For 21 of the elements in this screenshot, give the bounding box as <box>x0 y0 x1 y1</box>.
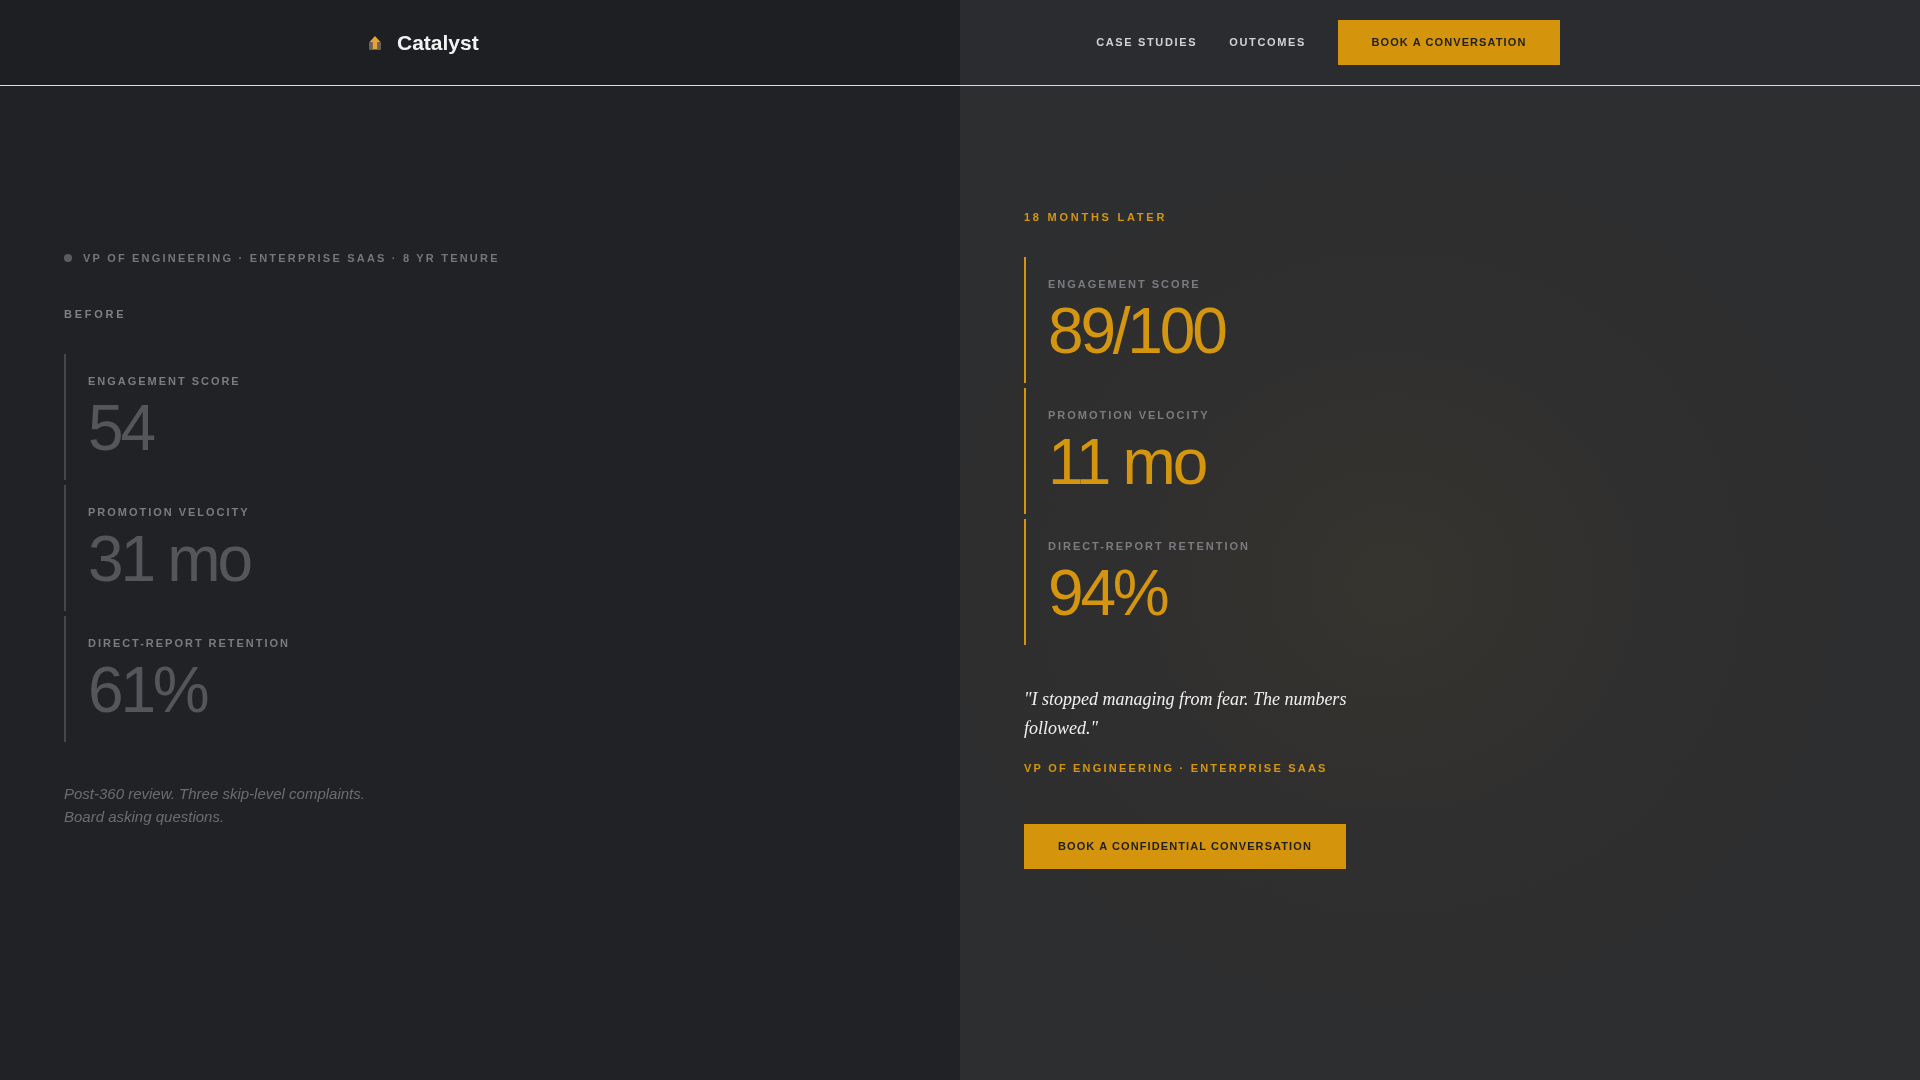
metric-label: PROMOTION VELOCITY <box>88 505 250 519</box>
caption-text: Post-360 review. Three skip-level complaints. Board asking questions. <box>64 784 366 827</box>
cta-button[interactable]: BOOK A CONVERSATION <box>1338 20 1560 65</box>
section-label: 18 MONTHS LATER <box>1024 210 1168 224</box>
metric-label: ENGAGEMENT SCORE <box>88 374 241 388</box>
metric-label: DIRECT-REPORT RETENTION <box>88 636 290 650</box>
role-tagline: VP OF ENGINEERING · ENTERPRISE SAAS · 8 YR TENURE <box>83 251 500 265</box>
metric-value: 94% <box>1048 561 1167 625</box>
testimonial-quote: "I stopped managing from fear. The numbers followed." <box>1024 688 1348 740</box>
cta-button[interactable]: BOOK A CONFIDENTIAL CONVERSATION <box>1024 824 1346 869</box>
nav-link[interactable]: OUTCOMES <box>1229 34 1306 51</box>
section-label: BEFORE <box>64 307 127 321</box>
metric-label: DIRECT-REPORT RETENTION <box>1048 539 1250 553</box>
metric-value: 11 mo <box>1048 430 1206 494</box>
metric-label: PROMOTION VELOCITY <box>1048 408 1210 422</box>
metric-value: 89/100 <box>1048 299 1225 363</box>
quote-attribution: VP OF ENGINEERING · ENTERPRISE SAAS <box>1024 761 1328 775</box>
metric-label: ENGAGEMENT SCORE <box>1048 277 1201 291</box>
nav-link[interactable]: CASE STUDIES <box>1096 34 1198 51</box>
brand-name[interactable]: Catalyst <box>397 32 479 53</box>
arrow-up-icon <box>368 35 382 50</box>
